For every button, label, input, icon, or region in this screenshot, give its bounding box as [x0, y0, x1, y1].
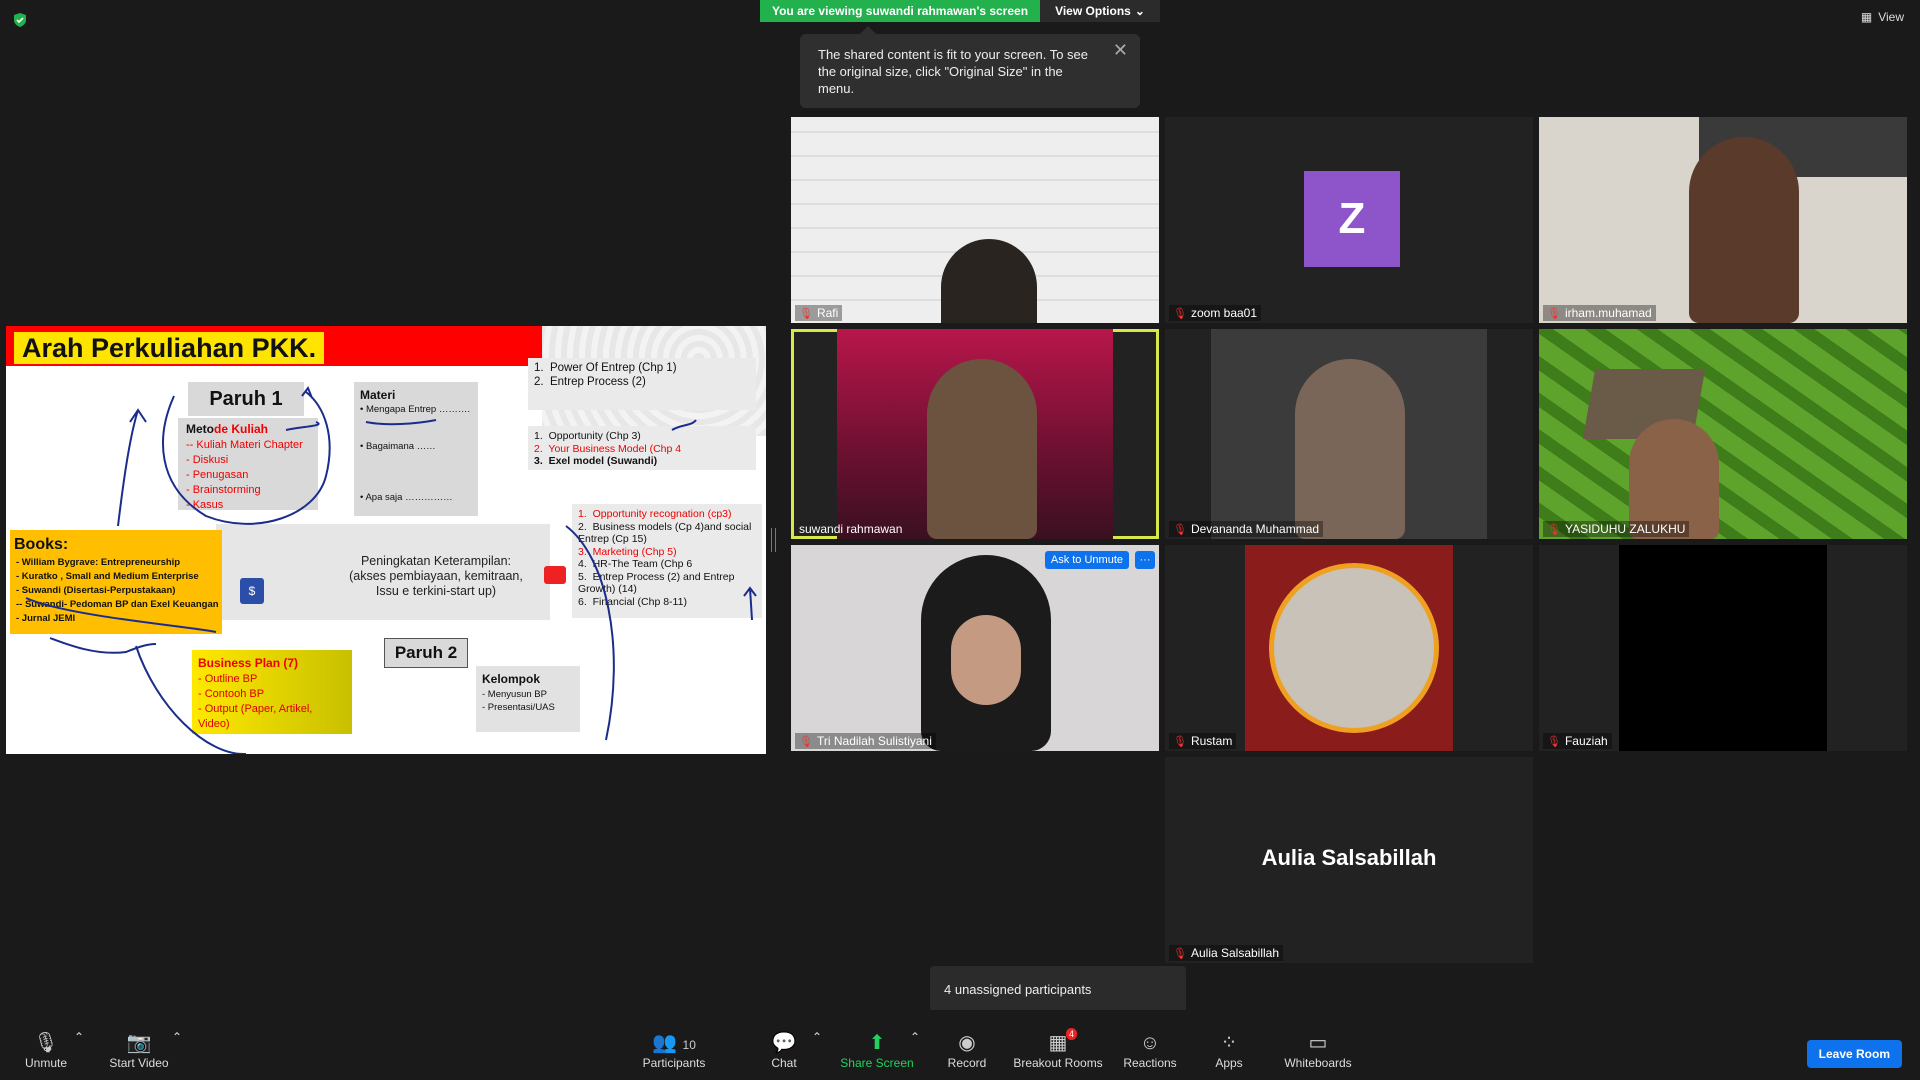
view-options-label: View Options [1055, 4, 1131, 18]
participants-icon: 👥 10 [652, 1032, 696, 1054]
more-options-button[interactable]: ··· [1135, 551, 1155, 569]
unmute-button[interactable]: 🎙 Unmute [20, 1030, 72, 1070]
participant-name-tag: 🎙 zoom baa01 [1169, 305, 1262, 321]
split-resize-handle[interactable] [771, 528, 776, 552]
tooltip-arrow [860, 26, 876, 34]
apps-label: Apps [1215, 1056, 1243, 1070]
ask-to-unmute-button[interactable]: Ask to Unmute [1044, 551, 1129, 569]
video-tile[interactable]: 🎙 Rustam [1165, 545, 1533, 751]
audio-options-caret[interactable]: ⌃ [74, 1030, 84, 1044]
muted-mic-icon: 🎙 [1173, 947, 1187, 960]
participant-name-tag: 🎙 Rustam [1169, 733, 1237, 749]
video-off-icon: 📷 [126, 1032, 152, 1054]
chevron-down-icon: ⌄ [1134, 4, 1145, 18]
video-tile[interactable]: 🎙 YASIDUHU ZALUKHU [1539, 329, 1907, 539]
start-video-button[interactable]: 📷 Start Video [104, 1030, 174, 1070]
muted-mic-icon: 🎙 [799, 307, 813, 320]
breakout-badge: 4 [1066, 1028, 1078, 1040]
muted-mic-icon: 🎙 [1547, 735, 1561, 748]
reactions-button[interactable]: ☺ Reactions [1122, 1030, 1178, 1070]
chat-button[interactable]: 💬 Chat [762, 1030, 806, 1070]
start-video-label: Start Video [109, 1056, 169, 1070]
video-tile[interactable]: Aulia Salsabillah 🎙 Aulia Salsabillah [1165, 757, 1533, 963]
participants-count: 10 [682, 1038, 696, 1052]
unassigned-text: 4 unassigned participants [944, 981, 1092, 997]
close-icon[interactable]: ✕ [1113, 41, 1128, 59]
avatar: Z [1304, 171, 1400, 267]
video-tile[interactable]: 🎙 irham.muhamad [1539, 117, 1907, 323]
security-shield-icon[interactable] [12, 12, 28, 28]
participants-button[interactable]: 👥 10 Participants [640, 1030, 708, 1070]
participant-name-tag: 🎙 Rafi [795, 305, 843, 321]
grid-view-icon: ▦ [1860, 10, 1873, 24]
video-tile[interactable]: Ask to Unmute ··· 🎙 Tri Nadilah Sulistiya… [791, 545, 1159, 751]
whiteboard-icon: ▭ [1308, 1032, 1328, 1054]
reactions-label: Reactions [1123, 1056, 1177, 1070]
participant-video [941, 239, 1037, 323]
muted-mic-icon: 🎙 [1547, 307, 1561, 320]
view-button[interactable]: ▦ View [1861, 10, 1904, 24]
participant-name-tag: 🎙 irham.muhamad [1543, 305, 1656, 321]
record-label: Record [947, 1056, 987, 1070]
apps-button[interactable]: ⁘ Apps [1212, 1030, 1246, 1070]
leave-room-button[interactable]: Leave Room [1806, 1040, 1902, 1068]
muted-mic-icon: 🎙 [799, 735, 813, 748]
participant-name-tag: 🎙 Devananda Muhammad [1169, 521, 1324, 537]
participant-video [1619, 545, 1827, 751]
participant-video [1689, 137, 1799, 323]
whiteboards-button[interactable]: ▭ Whiteboards [1282, 1030, 1354, 1070]
share-screen-button[interactable]: ⬆ Share Screen [840, 1030, 914, 1070]
shared-screen[interactable]: Arah Perkuliahan PKK. Paruh 1 Metode Kul… [6, 326, 766, 754]
profile-picture [1269, 563, 1439, 733]
reactions-icon: ☺ [1139, 1032, 1161, 1054]
share-options-caret[interactable]: ⌃ [910, 1030, 920, 1044]
participant-display-name: Aulia Salsabillah [1261, 845, 1437, 870]
view-options-button[interactable]: View Options ⌄ [1040, 0, 1160, 22]
participant-face [951, 615, 1021, 705]
annotation-ink [25, 385, 757, 754]
participants-label: Participants [642, 1056, 706, 1070]
share-screen-icon: ⬆ [868, 1032, 886, 1054]
chat-options-caret[interactable]: ⌃ [812, 1030, 822, 1044]
meeting-toolbar: 🎙 Unmute ⌃ 📷 Start Video ⌃ 👥 10 Particip… [0, 1010, 1920, 1080]
muted-mic-icon: 🎙 [1173, 523, 1187, 536]
video-tile-active-speaker[interactable]: suwandi rahmawan [791, 329, 1159, 539]
unassigned-participants-popup[interactable]: 4 unassigned participants [930, 966, 1186, 1020]
video-tile[interactable]: Z 🎙 zoom baa01 [1165, 117, 1533, 323]
apps-icon: ⁘ [1220, 1032, 1238, 1054]
breakout-rooms-label: Breakout Rooms [1013, 1056, 1103, 1070]
participant-name-tag: suwandi rahmawan [799, 522, 903, 536]
video-tile[interactable]: 🎙 Fauziah [1539, 545, 1907, 751]
viewing-screen-banner: You are viewing suwandi rahmawan's scree… [760, 0, 1040, 22]
participant-name-tag: 🎙 Aulia Salsabillah [1169, 945, 1284, 961]
video-options-caret[interactable]: ⌃ [172, 1030, 182, 1044]
muted-mic-icon: 🎙 [1547, 523, 1561, 536]
muted-mic-icon: 🎙 [33, 1032, 59, 1054]
unmute-label: Unmute [24, 1056, 68, 1070]
share-screen-label: Share Screen [840, 1056, 914, 1070]
muted-mic-icon: 🎙 [1173, 735, 1187, 748]
fit-screen-tooltip: The shared content is fit to your screen… [800, 26, 1140, 108]
participant-name-tag: 🎙 Fauziah [1543, 733, 1612, 749]
record-icon: ◉ [958, 1032, 976, 1054]
video-tile[interactable]: 🎙 Devananda Muhammad [1165, 329, 1533, 539]
muted-mic-icon: 🎙 [1173, 307, 1187, 320]
breakout-rooms-button[interactable]: ▦ 4 Breakout Rooms [1012, 1028, 1104, 1070]
participant-name-tag: 🎙 Tri Nadilah Sulistiyani [795, 733, 936, 749]
video-tile[interactable]: 🎙 Rafi [791, 117, 1159, 323]
view-button-label: View [1878, 10, 1904, 24]
chat-icon: 💬 [771, 1032, 797, 1054]
participant-name-tag: 🎙 YASIDUHU ZALUKHU [1543, 521, 1690, 537]
chat-label: Chat [771, 1056, 797, 1070]
tooltip-text: The shared content is fit to your screen… [818, 47, 1089, 96]
whiteboards-label: Whiteboards [1284, 1056, 1352, 1070]
record-button[interactable]: ◉ Record [944, 1030, 990, 1070]
participant-video [1295, 359, 1405, 539]
breakout-rooms-icon: ▦ 4 [1012, 1028, 1104, 1056]
participant-video [927, 359, 1037, 539]
